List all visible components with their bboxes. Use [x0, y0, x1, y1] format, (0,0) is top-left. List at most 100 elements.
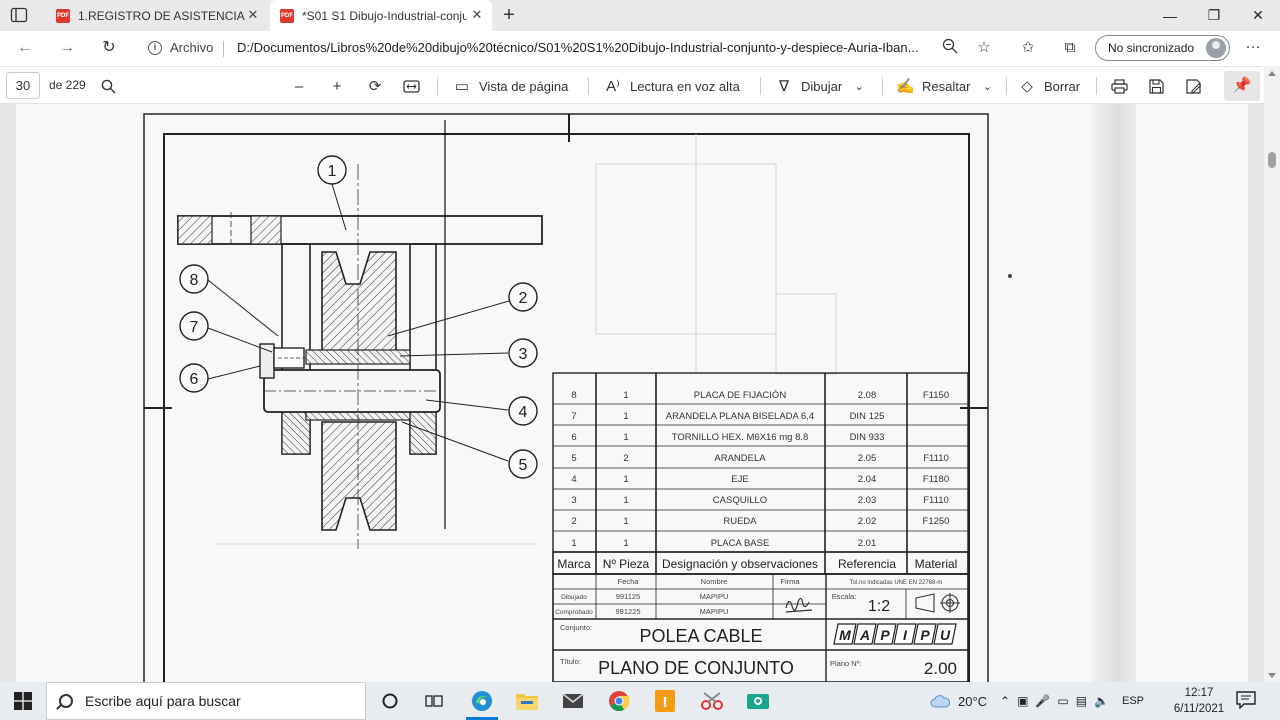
battery-icon[interactable]: ▭ — [1057, 694, 1068, 708]
weather-widget[interactable]: 20°C — [930, 682, 987, 720]
close-window-icon[interactable]: ✕ — [1236, 0, 1280, 31]
meet-now-icon[interactable]: ▣ — [1017, 694, 1028, 708]
microphone-icon[interactable]: 🎤 — [1035, 694, 1050, 708]
divider — [223, 41, 224, 57]
screen-recorder-icon[interactable] — [738, 686, 778, 716]
pdf-viewport[interactable]: 1 2 3 4 5 6 7 8 8 1 PLACA DE FIJACIÓN 2.… — [0, 104, 1264, 682]
fit-page-icon[interactable] — [403, 76, 420, 96]
parts-list-header: Marca Nº Pieza Designación y observacion… — [552, 551, 969, 575]
zoom-in-icon[interactable]: + — [328, 76, 346, 96]
new-tab-button[interactable]: + — [498, 5, 520, 25]
scale-value: 1:2 — [868, 598, 890, 615]
file-explorer-icon[interactable] — [507, 686, 547, 716]
svg-text:1: 1 — [571, 538, 576, 549]
svg-text:PLACA DE FIJACIÓN: PLACA DE FIJACIÓN — [694, 390, 787, 401]
highlight-icon: ✍ — [896, 78, 915, 95]
scroll-down-icon[interactable] — [1268, 673, 1276, 678]
scroll-thumb[interactable] — [1268, 152, 1276, 168]
tab-dibujo-industrial[interactable]: PDF *S01 S1 Dibujo-Industrial-conjun ✕ — [270, 0, 492, 31]
erase-button[interactable]: ◇ Borrar — [1018, 76, 1080, 96]
chevron-down-icon[interactable]: ⌄ — [850, 80, 868, 93]
svg-text:991225: 991225 — [615, 607, 640, 616]
save-as-icon[interactable] — [1186, 76, 1202, 96]
divider — [760, 77, 761, 95]
forward-arrow-icon[interactable]: → — [56, 38, 78, 58]
pin-toolbar-icon[interactable]: 📌 — [1224, 71, 1260, 101]
maximize-icon[interactable]: ❐ — [1192, 0, 1236, 31]
edge-browser-icon[interactable] — [462, 686, 502, 720]
svg-text:I: I — [663, 694, 667, 711]
cortana-icon[interactable] — [370, 686, 410, 716]
svg-text:7: 7 — [571, 411, 576, 422]
vertical-scrollbar[interactable] — [1264, 66, 1280, 682]
temperature: 20°C — [958, 693, 988, 709]
clock[interactable]: 12:17 6/11/2021 — [1168, 685, 1230, 717]
add-favorite-icon[interactable]: ☆ — [974, 38, 994, 58]
svg-text:RUEDA: RUEDA — [723, 516, 757, 527]
page-number-input[interactable]: 30 — [6, 72, 40, 99]
chrome-icon[interactable] — [599, 686, 639, 716]
svg-text:CASQUILLO: CASQUILLO — [713, 495, 767, 506]
assembly-name: POLEA CABLE — [639, 626, 762, 646]
chevron-down-icon[interactable]: ⌄ — [978, 80, 996, 93]
address-bar: ← → ↻ i Archivo D:/Documentos/Libros%20d… — [0, 31, 1280, 66]
clock-date: 6/11/2021 — [1173, 703, 1225, 715]
zoom-out-icon[interactable]: – — [290, 76, 308, 96]
svg-text:Marca: Marca — [557, 557, 591, 571]
save-icon[interactable] — [1149, 76, 1164, 96]
divider — [437, 77, 438, 95]
tab-actions-icon[interactable] — [10, 7, 28, 23]
url-field[interactable]: D:/Documentos/Libros%20de%20dibujo%20téc… — [237, 40, 927, 55]
search-placeholder: Escribe aquí para buscar — [85, 693, 241, 709]
office-app-icon[interactable]: I — [645, 686, 685, 716]
pdf-page: 1 2 3 4 5 6 7 8 8 1 PLACA DE FIJACIÓN 2.… — [16, 104, 1248, 682]
svg-text:PLACA BASE: PLACA BASE — [711, 538, 770, 549]
svg-text:Tol.no indicadas UNE EN 22768-: Tol.no indicadas UNE EN 22768-m — [850, 580, 943, 586]
back-arrow-icon[interactable]: ← — [14, 38, 36, 58]
divider — [588, 77, 589, 95]
rotate-icon[interactable]: ⟳ — [366, 76, 384, 96]
draw-button[interactable]: ∇ Dibujar ⌄ — [775, 76, 868, 96]
print-icon[interactable] — [1111, 76, 1128, 96]
divider — [882, 77, 883, 95]
favorites-icon[interactable]: ✩ — [1018, 38, 1038, 58]
read-aloud-button[interactable]: A⁾ Lectura en voz alta — [604, 76, 740, 96]
snipping-tool-icon[interactable] — [692, 686, 732, 716]
plano-label: Plano Nº: — [830, 659, 862, 668]
eraser-icon: ◇ — [1021, 78, 1033, 95]
page-view-button[interactable]: ▭ Vista de página — [453, 76, 568, 96]
mail-icon[interactable] — [553, 686, 593, 716]
info-icon[interactable]: i — [148, 41, 162, 55]
svg-text:8: 8 — [190, 272, 199, 289]
close-tab-icon[interactable]: ✕ — [470, 8, 484, 22]
collections-icon[interactable]: ⧉ — [1060, 38, 1080, 58]
highlight-button[interactable]: ✍ Resaltar ⌄ — [896, 76, 996, 96]
language-indicator[interactable]: ESP — [1122, 695, 1144, 707]
profile-button[interactable]: No sincronizado — [1095, 35, 1230, 61]
windows-start-icon[interactable] — [0, 682, 46, 720]
chevron-up-icon[interactable]: ⌃ — [1000, 694, 1010, 708]
task-view-icon[interactable] — [414, 686, 454, 716]
divider — [1096, 77, 1097, 95]
close-tab-icon[interactable]: ✕ — [246, 8, 260, 22]
signature-mark — [785, 597, 813, 613]
taskbar-search-field[interactable]: Escribe aquí para buscar — [46, 682, 366, 720]
zoom-icon[interactable] — [940, 38, 960, 58]
svg-text:4: 4 — [519, 404, 528, 421]
tab-registro-asistencia[interactable]: PDF 1.REGISTRO DE ASISTENCIA CON ✕ — [46, 0, 268, 31]
svg-text:2.08: 2.08 — [858, 390, 877, 401]
network-icon[interactable]: ▤ — [1076, 694, 1087, 708]
volume-icon[interactable]: 🔈 — [1094, 694, 1109, 708]
svg-text:P: P — [880, 627, 890, 643]
balloon-5: 5 — [508, 449, 538, 479]
scroll-up-icon[interactable] — [1268, 71, 1276, 76]
balloon-4: 4 — [508, 396, 538, 426]
refresh-icon[interactable]: ↻ — [98, 38, 120, 58]
svg-text:4: 4 — [571, 474, 576, 485]
notifications-icon[interactable] — [1236, 691, 1262, 711]
svg-text:5: 5 — [571, 453, 576, 464]
find-icon[interactable] — [101, 76, 116, 96]
minimize-icon[interactable]: — — [1148, 0, 1192, 31]
svg-text:Firma: Firma — [780, 577, 800, 586]
more-options-icon[interactable]: ··· — [1243, 38, 1263, 58]
